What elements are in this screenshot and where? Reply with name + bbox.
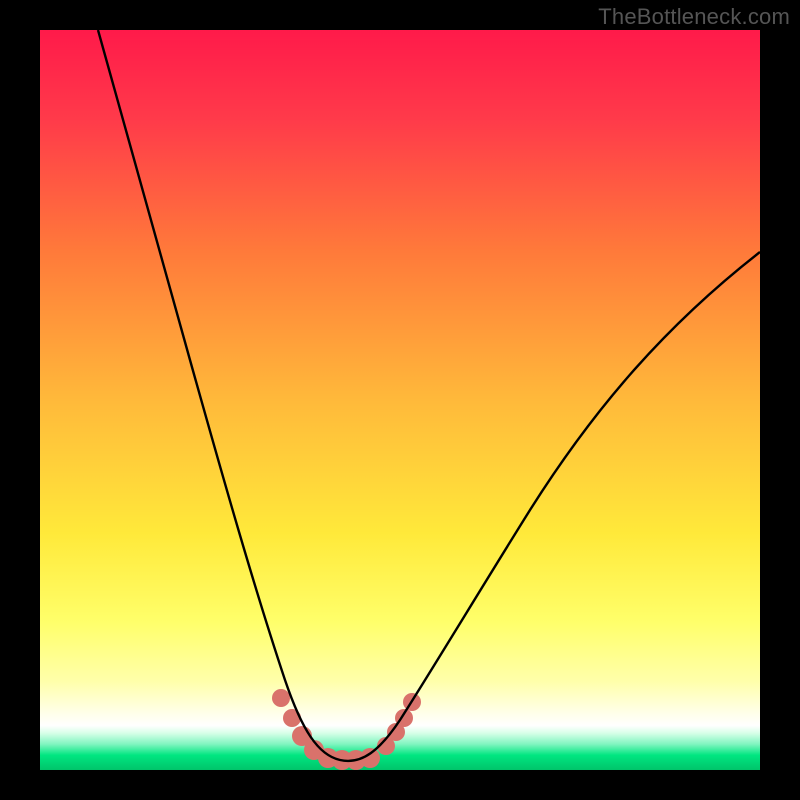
chart-plot-area [40, 30, 760, 770]
watermark-text: TheBottleneck.com [598, 4, 790, 30]
curve-path [98, 30, 760, 761]
bottleneck-curve-svg [40, 30, 760, 770]
marker-cluster [272, 689, 421, 770]
